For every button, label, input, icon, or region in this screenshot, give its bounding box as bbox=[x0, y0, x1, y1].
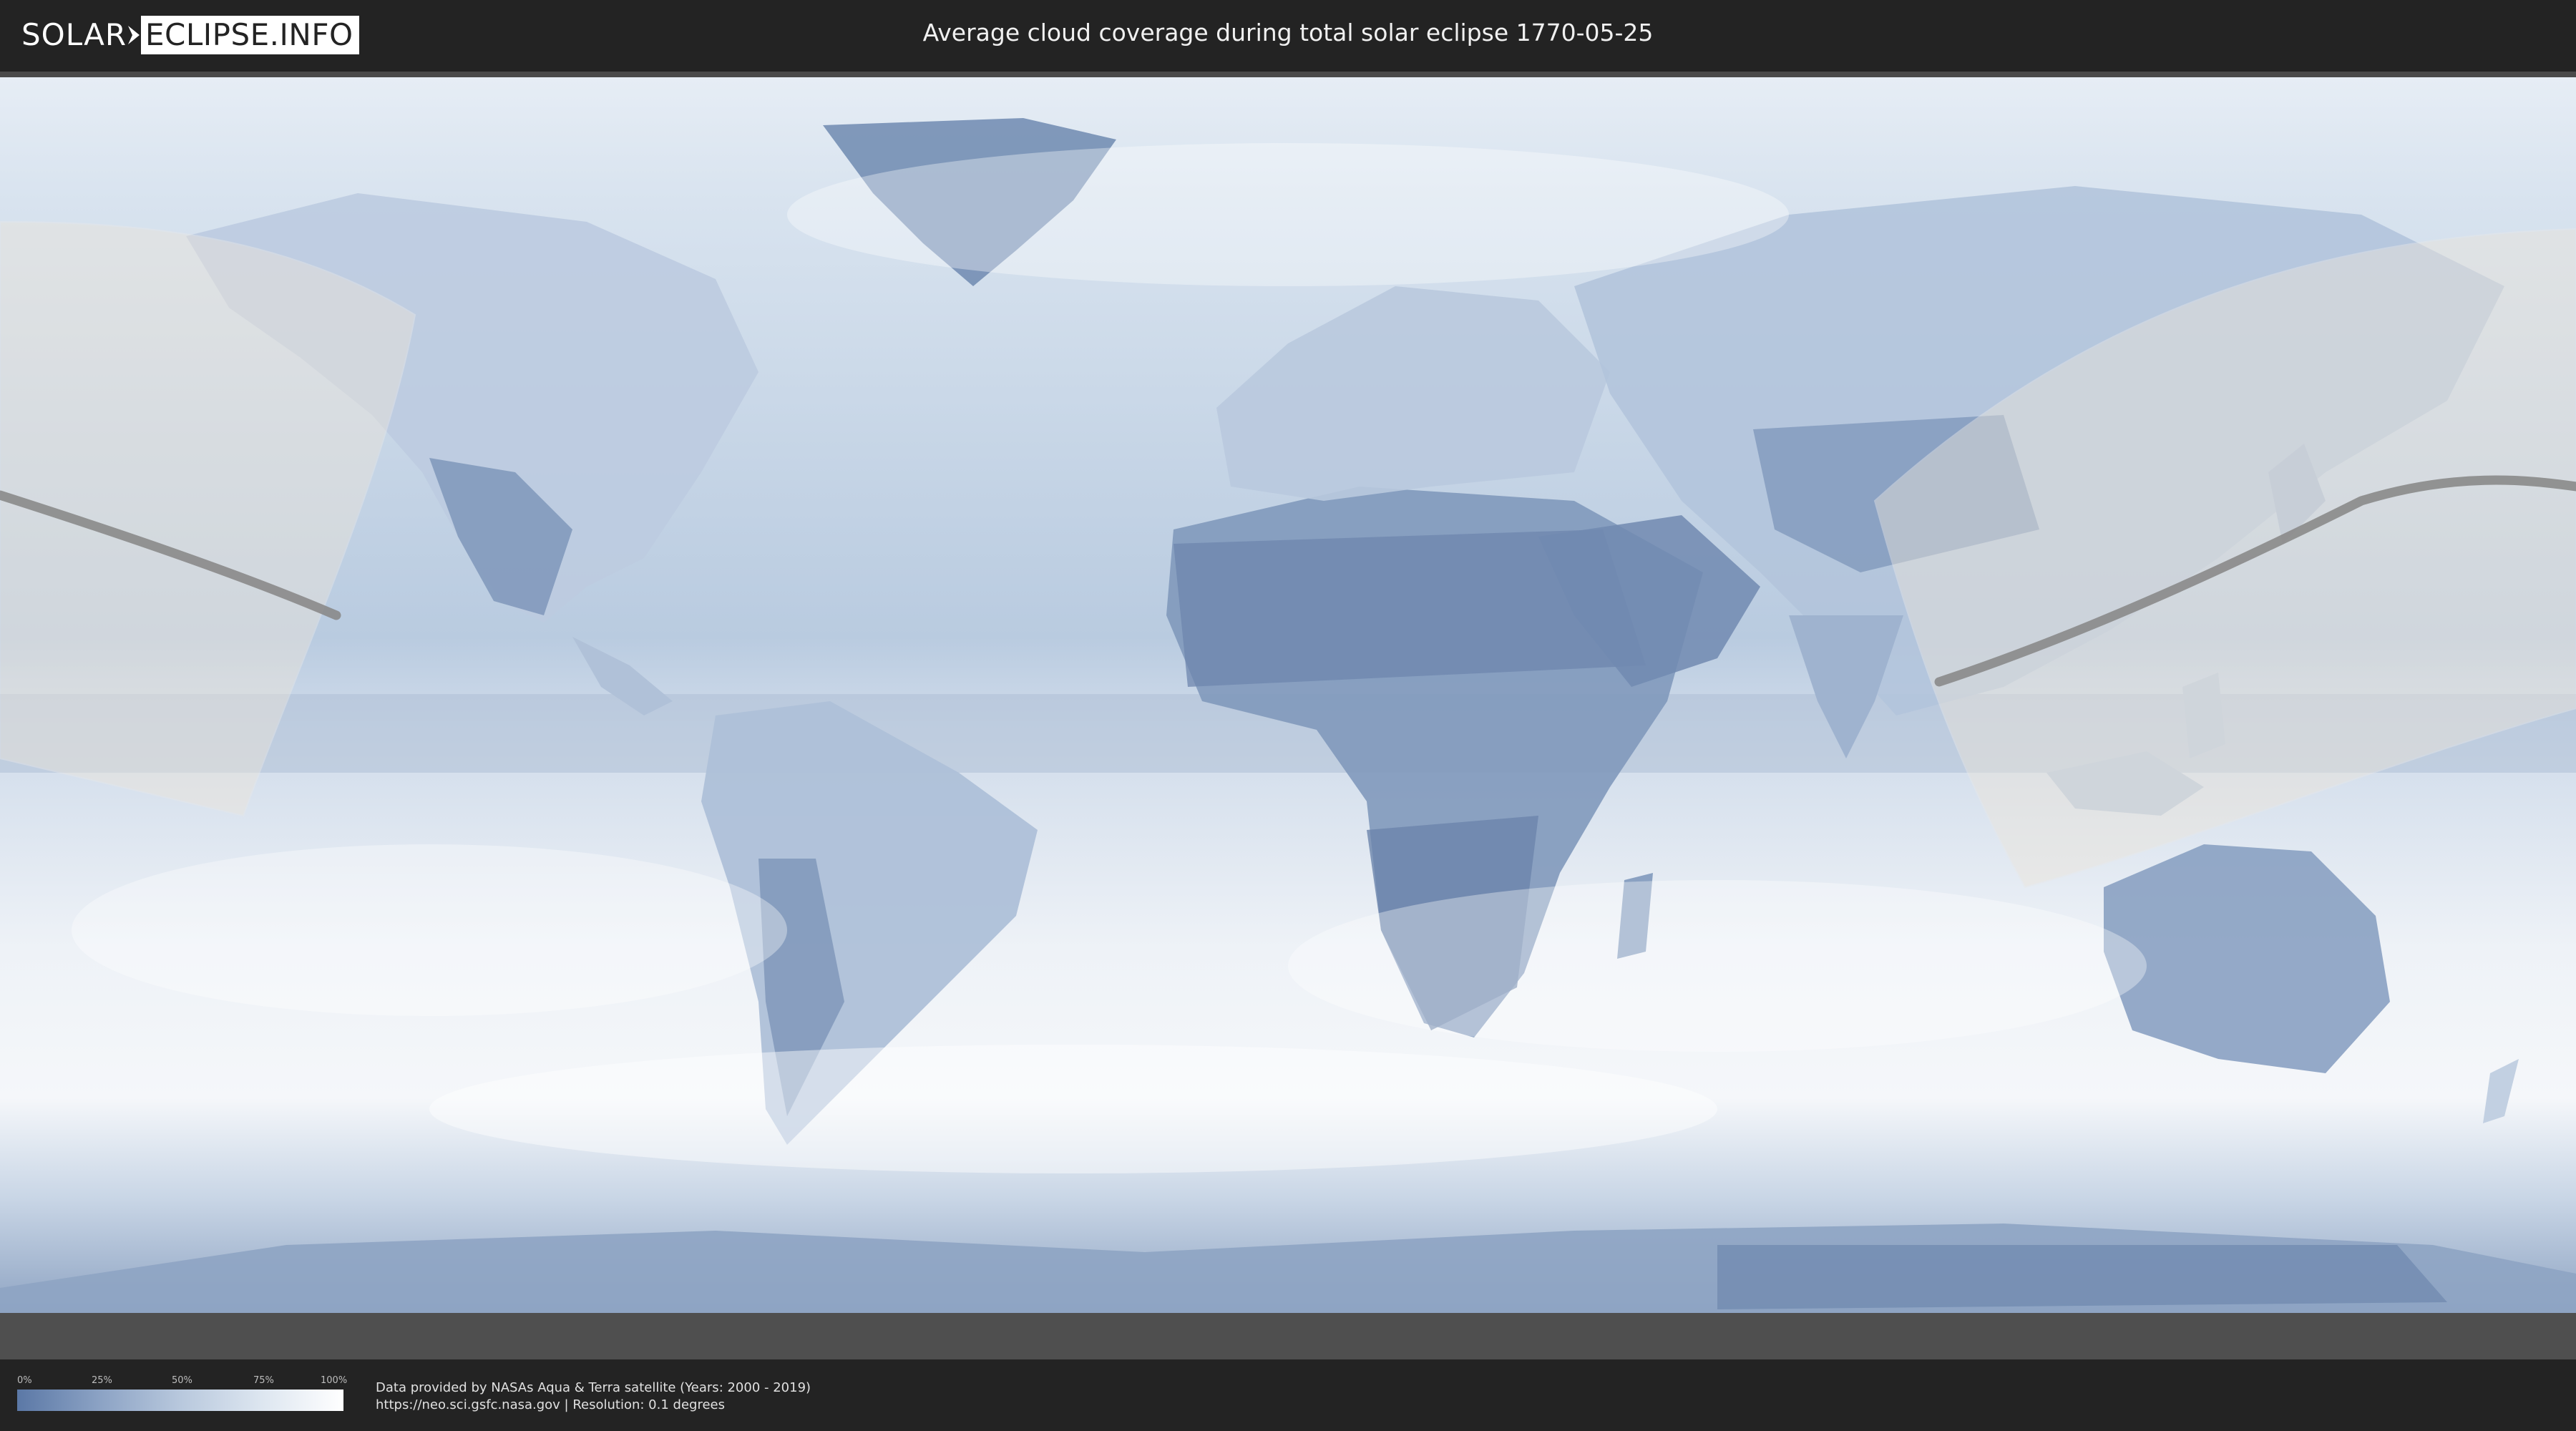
cloud-wisp bbox=[72, 844, 787, 1016]
legend-color-bar bbox=[17, 1390, 343, 1411]
credits-line-source: Data provided by NASAs Aqua & Terra sate… bbox=[376, 1380, 811, 1395]
cloud-coverage-legend: 0% 25% 50% 75% 100% bbox=[17, 1375, 347, 1411]
footer-bar: 0% 25% 50% 75% 100% Data provided by NAS… bbox=[0, 1359, 2576, 1431]
legend-tick-0: 0% bbox=[17, 1375, 32, 1386]
world-map-icon bbox=[0, 77, 2576, 1359]
data-credits: Data provided by NASAs Aqua & Terra sate… bbox=[376, 1379, 811, 1414]
map-bottom-edge bbox=[0, 1313, 2576, 1359]
legend-tick-25: 25% bbox=[92, 1375, 112, 1386]
cloud-wisp bbox=[1288, 880, 2147, 1052]
cloud-wisp bbox=[429, 1045, 1717, 1173]
east-antarctica-region bbox=[1717, 1245, 2447, 1309]
credits-line-url[interactable]: https://neo.sci.gsfc.nasa.gov | Resoluti… bbox=[376, 1397, 811, 1414]
legend-tick-75: 75% bbox=[253, 1375, 274, 1386]
page-title: Average cloud coverage during total sola… bbox=[922, 19, 1654, 47]
legend-tick-100: 100% bbox=[321, 1375, 348, 1386]
legend-tick-50: 50% bbox=[172, 1375, 192, 1386]
cloud-coverage-map[interactable] bbox=[0, 72, 2576, 1359]
cloud-wisp bbox=[787, 143, 1789, 286]
legend-ticks: 0% 25% 50% 75% 100% bbox=[17, 1375, 347, 1390]
header-bar: SOLAR ECLIPSE.INFO Average cloud coverag… bbox=[0, 0, 2576, 72]
